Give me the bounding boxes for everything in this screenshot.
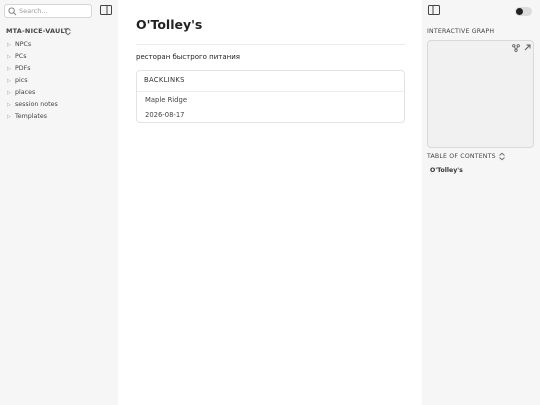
sidebar-toggle-icon[interactable] (100, 5, 112, 15)
chevron-right-icon: ▷ (7, 78, 11, 84)
toc-header: TABLE OF CONTENTS (427, 153, 496, 160)
chevron-right-icon: ▷ (7, 114, 11, 120)
tree-folder-session-notes[interactable]: ▷ session notes (7, 100, 58, 112)
backlinks-header: BACKLINKS (144, 76, 185, 84)
page-title: O'Tolley's (136, 17, 203, 32)
interactive-graph[interactable] (427, 40, 534, 148)
divider (136, 44, 405, 45)
file-tree: ▷ NPCs ▷ PCs ▷ PDFs ▷ pics ▷ places ▷ session … (7, 40, 58, 124)
vault-name[interactable]: MTA-NICE-VAULT (6, 27, 68, 36)
folder-label: PCs (15, 53, 27, 60)
right-sidebar-toggle-icon[interactable] (428, 5, 440, 15)
toc-item[interactable]: O'Tolley's (430, 166, 463, 175)
folder-label: pics (15, 77, 28, 84)
note-body: ресторан быстрого питания (136, 53, 241, 61)
toc-collapse-chevron-icon[interactable] (498, 152, 506, 161)
search-box[interactable]: Search... (4, 4, 92, 18)
chevron-right-icon: ▷ (7, 54, 11, 60)
tree-folder-pics[interactable]: ▷ pics (7, 76, 58, 88)
tree-folder-pdfs[interactable]: ▷ PDFs (7, 64, 58, 76)
chevron-right-icon: ▷ (7, 66, 11, 72)
vault-switcher-chevron-icon[interactable] (64, 27, 72, 36)
backlink-item[interactable]: 2026-08-17 (145, 111, 185, 120)
folder-label: places (15, 89, 36, 96)
backlink-item[interactable]: Maple Ridge (145, 96, 187, 105)
tree-folder-templates[interactable]: ▷ Templates (7, 112, 58, 124)
tree-folder-places[interactable]: ▷ places (7, 88, 58, 100)
theme-toggle[interactable] (515, 7, 532, 16)
folder-label: PDFs (15, 65, 31, 72)
chevron-right-icon: ▷ (7, 42, 11, 48)
note-view: O'Tolley's ресторан быстрого питания BAC… (118, 0, 422, 405)
chevron-right-icon: ▷ (7, 102, 11, 108)
right-sidebar: INTERACTIVE GRAPH TABLE OF CONTENTS O'To… (422, 0, 540, 405)
search-icon (8, 7, 17, 16)
left-sidebar: Search... MTA-NICE-VAULT ▷ NPCs ▷ PCs ▷ PDF… (0, 0, 118, 405)
global-graph-icon[interactable] (512, 44, 520, 52)
divider (137, 91, 404, 92)
folder-label: Templates (15, 113, 48, 120)
search-input[interactable]: Search... (19, 6, 48, 17)
toggle-knob (516, 8, 523, 15)
chevron-right-icon: ▷ (7, 90, 11, 96)
tree-folder-npcs[interactable]: ▷ NPCs (7, 40, 58, 52)
folder-label: session notes (15, 101, 58, 108)
tree-folder-pcs[interactable]: ▷ PCs (7, 52, 58, 64)
folder-label: NPCs (15, 41, 32, 48)
backlinks-panel: BACKLINKS Maple Ridge 2026-08-17 (136, 70, 405, 123)
expand-arrow-icon[interactable] (524, 44, 531, 51)
graph-header: INTERACTIVE GRAPH (427, 28, 495, 35)
